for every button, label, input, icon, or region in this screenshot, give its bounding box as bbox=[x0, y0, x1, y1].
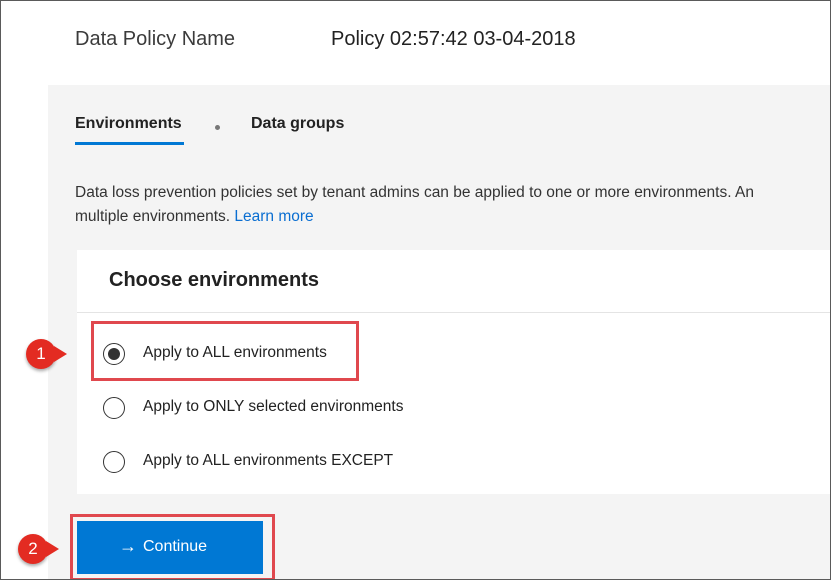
radio-button-icon[interactable] bbox=[103, 451, 125, 473]
radio-button-icon[interactable] bbox=[103, 397, 125, 419]
tab-data-groups[interactable]: Data groups bbox=[251, 115, 344, 133]
policy-name-value: Policy 02:57:42 03-04-2018 bbox=[331, 28, 576, 50]
description-line-1: Data loss prevention policies set by ten… bbox=[75, 184, 754, 201]
callout-marker-2: 2 bbox=[18, 534, 59, 564]
card-title: Choose environments bbox=[109, 269, 320, 291]
highlight-box-option bbox=[91, 321, 359, 381]
tab-environments[interactable]: Environments bbox=[75, 115, 184, 145]
description-line-2-text: multiple environments. bbox=[75, 208, 231, 225]
tab-separator-dot bbox=[215, 125, 220, 130]
card-divider bbox=[77, 312, 830, 313]
radio-label-apply-all-except: Apply to ALL environments EXCEPT bbox=[143, 452, 394, 469]
learn-more-link[interactable]: Learn more bbox=[234, 208, 313, 225]
highlight-box-continue bbox=[70, 514, 275, 579]
description-line-2: multiple environments. Learn more bbox=[75, 205, 830, 229]
policy-name-label: Data Policy Name bbox=[75, 28, 236, 50]
window-frame: Data Policy Name Policy 02:57:42 03-04-2… bbox=[0, 0, 831, 580]
radio-label-apply-only-selected: Apply to ONLY selected environments bbox=[143, 398, 404, 415]
callout-marker-1: 1 bbox=[26, 339, 67, 369]
description: Data loss prevention policies set by ten… bbox=[75, 181, 830, 229]
